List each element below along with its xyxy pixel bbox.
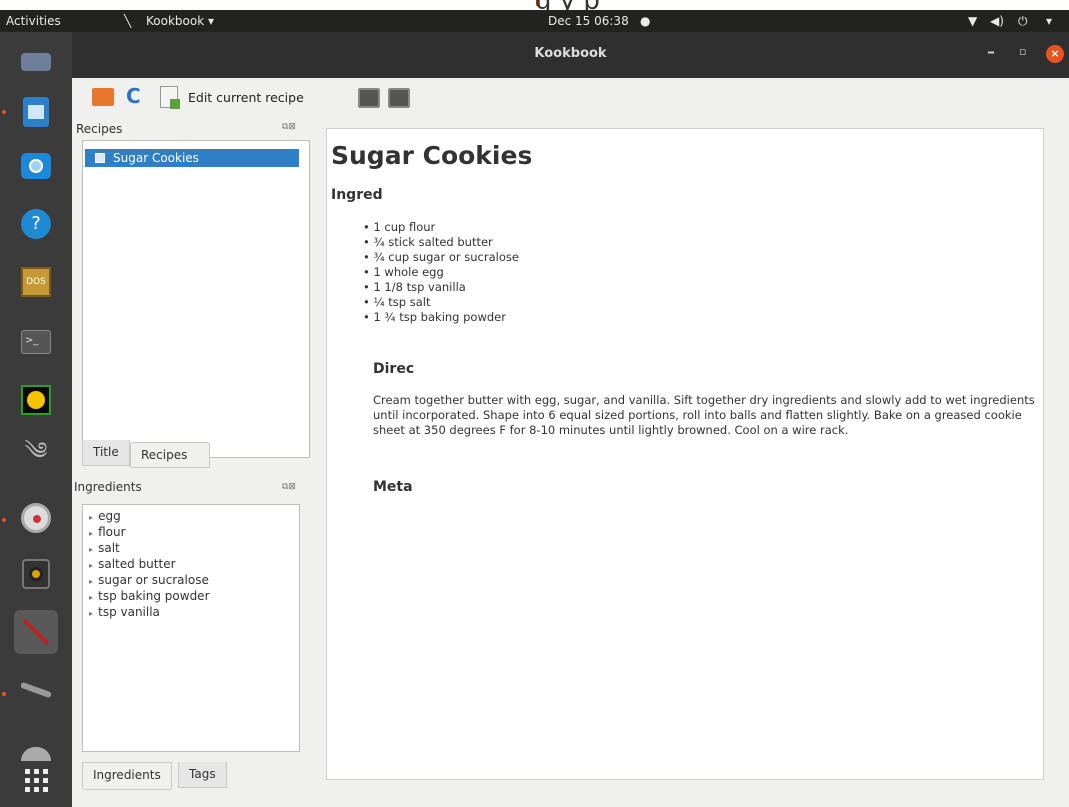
list-item: • 1 whole egg [363,265,444,279]
running-indicator [2,110,6,114]
list-item[interactable]: Sugar Cookies [85,149,299,167]
maximize-icon[interactable]: ▫ [1019,45,1026,58]
recipe-title: Sugar Cookies [331,141,533,170]
list-item: • ¾ cup sugar or sucralose [363,250,519,264]
ingredients-panel-title: Ingredients [74,480,142,494]
files-icon[interactable] [14,40,58,84]
power-icon[interactable]: ⏻ [1018,14,1028,29]
minimize-icon[interactable]: – [987,42,995,61]
kookbook-dock-icon[interactable] [14,610,58,654]
disk-utility-icon[interactable] [14,496,58,540]
list-item: • 1 ¾ tsp baking powder [363,310,506,324]
recipe-item-label: Sugar Cookies [113,151,199,165]
list-item[interactable]: ▸ sugar or sucralose [89,573,210,589]
panel-float-close-icon[interactable]: ⧉⊠ [282,482,296,492]
dosbox-icon[interactable]: DOS [14,260,58,304]
list-item[interactable]: ▸ tsp vanilla [89,605,210,621]
dock: ? DOS >_ ༄ [0,32,72,807]
terminal-icon[interactable]: >_ [14,320,58,364]
window-titlebar[interactable]: Kookbook – ▫ × [72,32,1069,78]
directions-text: Cream together butter with egg, sugar, a… [373,393,1035,437]
open-folder-icon[interactable] [92,88,114,106]
edit-current-recipe-button[interactable]: Edit current recipe [188,90,304,105]
running-indicator [2,518,6,522]
ingredient-items: ▸ egg ▸ flour ▸ salt ▸ salted butter ▸ s… [89,509,210,621]
knife-icon: ╲ [124,14,132,28]
list-item[interactable]: ▸ tsp baking powder [89,589,210,605]
tab-ingredients[interactable]: Ingredients [82,762,172,790]
side-panel: Recipes ⧉⊠ Sugar Cookies Title Recipes I… [72,120,322,807]
print-icon[interactable] [358,88,380,108]
recipe-file-icon [95,153,105,163]
recipe-view[interactable]: Sugar Cookies Ingred • 1 cup flour • ¾ s… [326,128,1044,780]
activities-button[interactable]: Activities [6,14,61,28]
tab-tags[interactable]: Tags [178,762,227,788]
print-preview-icon[interactable] [388,88,410,108]
list-item: • 1 cup flour [363,220,436,234]
whisk-icon[interactable] [14,668,58,712]
pacman-icon[interactable] [14,378,58,422]
recipes-list[interactable]: Sugar Cookies [82,140,310,458]
content-area: Sugar Cookies Ingred • 1 cup flour • ¾ s… [322,120,1069,807]
document-viewer-icon[interactable] [14,90,58,134]
gnome-top-bar: Activities ╲ Kookbook ▾ Dec 15 06:38 ● ▼… [0,10,1069,32]
window-title: Kookbook [534,46,607,61]
notification-dot-icon: ● [640,14,651,28]
list-item[interactable]: ▸ salt [89,541,210,557]
list-item[interactable]: ▸ egg [89,509,210,525]
list-item: • ¾ stick salted butter [363,235,493,249]
camera-icon[interactable] [14,144,58,188]
ingredient-list: • 1 cup flour • ¾ stick salted butter • … [363,220,519,325]
network-icon[interactable]: ▼ [968,14,977,28]
chevron-down-icon[interactable]: ▾ [1046,14,1052,28]
ingredients-list[interactable]: ▸ egg ▸ flour ▸ salt ▸ salted butter ▸ s… [82,504,300,752]
tab-title[interactable]: Title [82,440,130,466]
list-item[interactable]: ▸ flour [89,525,210,541]
directions-heading: Direc [373,361,415,377]
settings-swirl-icon[interactable]: ༄ [14,436,58,480]
reload-icon[interactable]: C [126,84,141,108]
meta-heading: Meta [373,479,413,495]
toolbar: C Edit current recipe [72,78,1069,120]
list-item: • 1 1/8 tsp vanilla [363,280,466,294]
edit-document-icon[interactable] [160,86,180,109]
list-item[interactable]: ▸ salted butter [89,557,210,573]
help-icon[interactable]: ? [14,202,58,246]
panel-float-close-icon[interactable]: ⧉⊠ [282,122,296,132]
clock[interactable]: Dec 15 06:38 [548,14,629,28]
show-apps-icon[interactable] [14,758,58,802]
recipes-panel-title: Recipes [76,122,123,136]
volume-icon[interactable]: ◀) [990,14,1004,28]
app-menu[interactable]: Kookbook ▾ [146,14,214,28]
speaker-icon[interactable] [14,552,58,596]
ingredients-heading: Ingred [331,187,383,203]
list-item: • ¼ tsp salt [363,295,431,309]
tab-recipes[interactable]: Recipes [130,442,210,468]
running-indicator [2,692,6,696]
close-icon[interactable]: × [1046,45,1064,63]
